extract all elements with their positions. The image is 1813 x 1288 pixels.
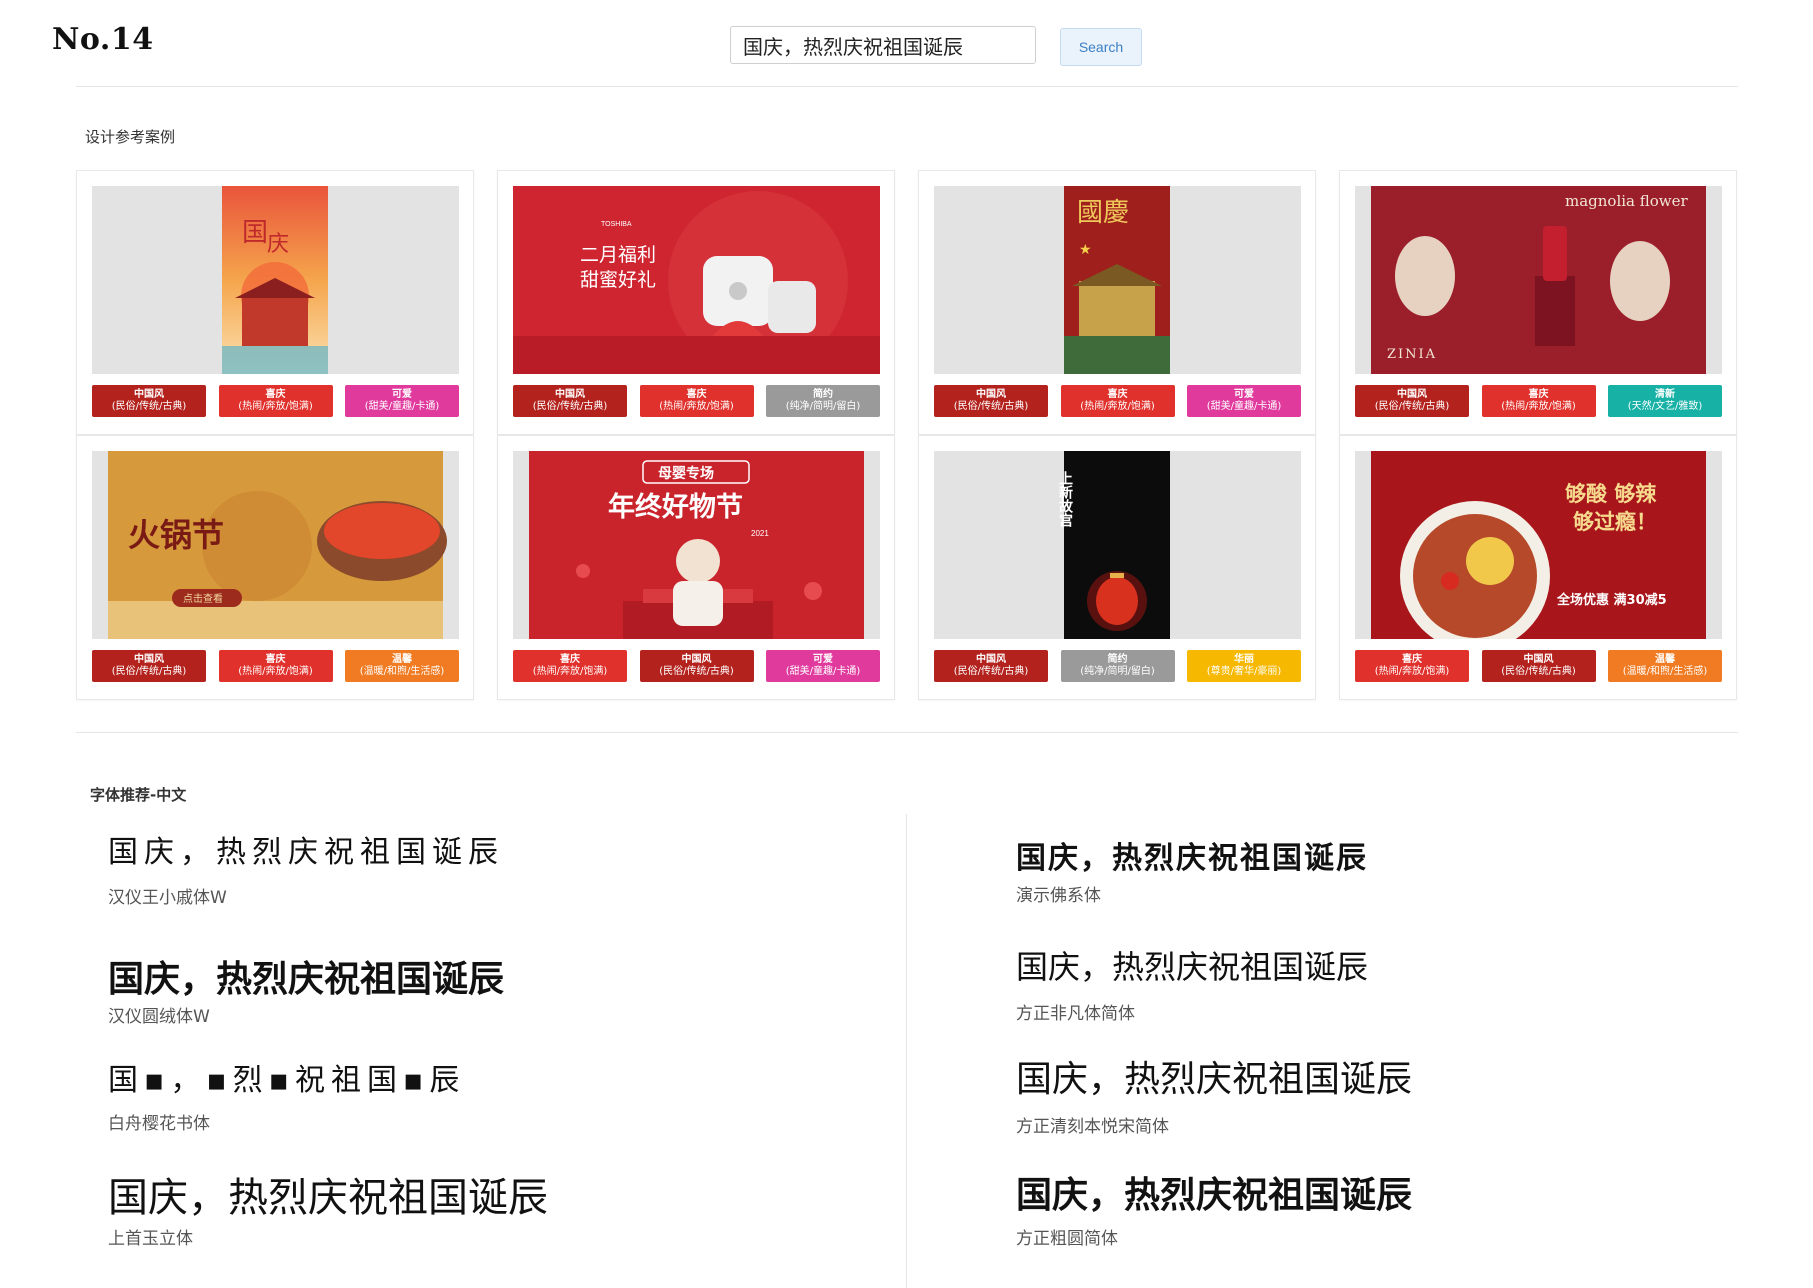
font-sample-text: 国庆，热烈庆祝祖国诞辰 [108,959,505,1000]
font-name-label: 演示佛系体 [1016,886,1101,906]
case-card[interactable]: TOSHIBA 二月福利 甜蜜好礼 中国风 (民俗/传统/古典) 喜庆 (热闹/奔放… [497,170,895,435]
case-thumbnail[interactable]: 母婴专场 年终好物节 2021 [513,451,880,639]
poster-guoqing-art: 国 庆 [222,186,328,374]
font-name-label: 方正清刻本悦宋简体 [1016,1116,1169,1137]
svg-text:母婴专场: 母婴专场 [658,465,714,482]
svg-text:庆: 庆 [267,232,289,257]
style-tag[interactable]: 中国风 (民俗/传统/古典) [1481,650,1596,682]
font-sample-text: 国庆，热烈庆祝祖国诞辰 [1016,949,1369,985]
style-tag[interactable]: 喜庆 (热闹/奔放/饱满) [218,385,333,417]
style-tag[interactable]: 温馨 (温暖/和煦/生活感) [345,650,459,682]
style-tag[interactable]: 简约 (纯净/简明/留白) [1060,650,1175,682]
svg-text:年终好物节: 年终好物节 [608,491,743,523]
svg-text:点击查看: 点击查看 [183,592,223,605]
svg-text:2021: 2021 [751,529,769,538]
hotpot-banner-art: 火锅节 点击查看 [108,451,447,639]
style-tag[interactable]: 中国风 (民俗/传统/古典) [92,650,206,682]
svg-text:国: 国 [242,218,268,248]
style-tag[interactable]: 喜庆 (热闹/奔放/饱满) [1060,385,1175,417]
style-tag[interactable]: 喜庆 (热闹/奔放/饱满) [218,650,333,682]
case-card[interactable]: magnolia flower ZINIA 中国风 (民俗/传统/古典) 喜庆 (热… [1339,170,1737,435]
svg-text:magnolia flower: magnolia flower [1565,192,1689,210]
page-title: No.14 [52,22,154,57]
fonts-section-title: 字体推荐-中文 [90,786,187,804]
font-sample-text: 国▪，▪烈▪祝祖国▪辰 [108,1063,466,1098]
font-sample-text: 国庆，热烈庆祝祖国诞辰 [1016,1059,1413,1100]
style-tag[interactable]: 中国风 (民俗/传统/古典) [513,385,627,417]
search-button[interactable]: Search [1060,28,1142,66]
svg-text:甜蜜好礼: 甜蜜好礼 [580,269,656,291]
case-thumbnail[interactable]: magnolia flower ZINIA [1355,186,1722,374]
font-sample-item[interactable]: 国庆，热烈庆祝祖国诞辰 演示佛系体 [1016,842,1368,906]
case-card[interactable]: 上新故宫 中国风 (民俗/传统/古典) 简约 (纯净/简明/留白) 华丽 (尊贵/奢华… [918,435,1316,700]
svg-text:够过瘾！: 够过瘾！ [1572,510,1657,534]
svg-text:够酸 够辣: 够酸 够辣 [1564,482,1657,506]
svg-text:火锅节: 火锅节 [128,516,224,554]
font-sample-item[interactable]: 国庆，热烈庆祝祖国诞辰 方正清刻本悦宋简体 [1016,1060,1412,1137]
font-sample-item[interactable]: 国庆，热烈庆祝祖国诞辰 上首玉立体 [108,1176,548,1249]
style-tag[interactable]: 喜庆 (热闹/奔放/饱满) [513,650,627,682]
font-sample-item[interactable]: 国庆，热烈庆祝祖国诞辰 汉仪圆绒体W [108,960,504,1027]
case-grid: 国 庆 中国风 (民俗/传统/古典) 喜庆 (热闹/奔放/饱满) 可爱 (甜美/童趣/… [76,170,1738,700]
style-tag[interactable]: 可爱 (甜美/童趣/卡通) [345,385,459,417]
magnolia-lipstick-art: magnolia flower ZINIA [1371,186,1706,374]
section-divider [76,732,1738,733]
style-tag[interactable]: 中国风 (民俗/传统/古典) [639,650,754,682]
svg-text:二月福利: 二月福利 [580,244,656,266]
font-sample-item[interactable]: 国庆，热烈庆祝祖国诞辰 方正粗圆简体 [1016,1176,1412,1249]
svg-text:上新故宫: 上新故宫 [1057,471,1073,527]
style-tag[interactable]: 清新 (天然/文艺/雅致) [1608,385,1722,417]
font-name-label: 汉仪王小戚体W [108,888,227,908]
style-tag[interactable]: 中国风 (民俗/传统/古典) [92,385,206,417]
cases-section-title: 设计参考案例 [85,128,176,146]
year-end-sale-art: 母婴专场 年终好物节 2021 [529,451,864,639]
lantern-poster-art: 上新故宫 [1057,451,1170,639]
svg-text:TOSHIBA: TOSHIBA [601,221,632,228]
svg-text:全场优惠 满30减5: 全场优惠 满30减5 [1556,592,1667,608]
style-tag[interactable]: 喜庆 (热闹/奔放/饱满) [1481,385,1596,417]
noodles-banner-art: 够酸 够辣 够过瘾！ 全场优惠 满30减5 [1371,451,1706,639]
font-sample-text: 国庆，热烈庆祝祖国诞辰 [1016,841,1368,876]
font-sample-text: 国庆，热烈庆祝祖国诞辰 [108,1176,548,1220]
font-sample-item[interactable]: 国庆，热烈庆祝祖国诞辰 汉仪王小戚体W [108,836,504,908]
style-tag[interactable]: 喜庆 (热闹/奔放/饱满) [1355,650,1469,682]
case-thumbnail[interactable]: 國慶 ★ [934,186,1301,374]
case-thumbnail[interactable]: 火锅节 点击查看 [92,451,459,639]
case-thumbnail[interactable]: TOSHIBA 二月福利 甜蜜好礼 [513,186,880,374]
search-input[interactable] [730,26,1036,64]
svg-text:ZINIA: ZINIA [1387,347,1437,362]
case-card[interactable]: 國慶 ★ 中国风 (民俗/传统/古典) 喜庆 (热闹/奔放/饱满) 可爱 (甜美/童趣… [918,170,1316,435]
case-thumbnail[interactable]: 够酸 够辣 够过瘾！ 全场优惠 满30减5 [1355,451,1722,639]
font-sample-text: 国庆，热烈庆祝祖国诞辰 [108,835,504,870]
style-tag[interactable]: 中国风 (民俗/传统/古典) [934,385,1048,417]
svg-text:國慶: 國慶 [1077,198,1129,228]
style-tag[interactable]: 简约 (纯净/简明/留白) [766,385,880,417]
style-tag[interactable]: 可爱 (甜美/童趣/卡通) [1187,385,1301,417]
header-divider [76,86,1738,87]
case-thumbnail[interactable]: 国 庆 [92,186,459,374]
style-tag[interactable]: 华丽 (尊贵/奢华/豪丽) [1187,650,1301,682]
font-name-label: 方正粗圆简体 [1016,1228,1118,1249]
font-name-label: 汉仪圆绒体W [108,1006,210,1027]
rice-cooker-banner-art: TOSHIBA 二月福利 甜蜜好礼 [513,186,880,374]
case-card[interactable]: 火锅节 点击查看 中国风 (民俗/传统/古典) 喜庆 (热闹/奔放/饱满) 温馨 (温… [76,435,474,700]
font-sample-text: 国庆，热烈庆祝祖国诞辰 [1016,1175,1413,1216]
style-tag[interactable]: 中国风 (民俗/传统/古典) [1355,385,1469,417]
style-tag[interactable]: 温馨 (温暖/和煦/生活感) [1608,650,1722,682]
font-column-divider [906,814,907,1288]
font-sample-item[interactable]: 国▪，▪烈▪祝祖国▪辰 白舟樱花书体 [108,1064,465,1134]
case-card[interactable]: 母婴专场 年终好物节 2021 喜庆 (热闹/奔放/饱满) 中国风 (民俗/传统/古… [497,435,895,700]
poster-tiananmen-art: 國慶 ★ [1064,186,1170,374]
style-tag[interactable]: 可爱 (甜美/童趣/卡通) [766,650,880,682]
style-tag[interactable]: 喜庆 (热闹/奔放/饱满) [639,385,754,417]
font-name-label: 白舟樱花书体 [108,1114,210,1134]
case-card[interactable]: 国 庆 中国风 (民俗/传统/古典) 喜庆 (热闹/奔放/饱满) 可爱 (甜美/童趣/… [76,170,474,435]
case-thumbnail[interactable]: 上新故宫 [934,451,1301,639]
font-sample-item[interactable]: 国庆，热烈庆祝祖国诞辰 方正非凡体简体 [1016,949,1369,1025]
font-name-label: 上首玉立体 [108,1229,193,1249]
style-tag[interactable]: 中国风 (民俗/传统/古典) [934,650,1048,682]
case-card[interactable]: 够酸 够辣 够过瘾！ 全场优惠 满30减5 喜庆 (热闹/奔放/饱满) 中国风 (民… [1339,435,1737,700]
svg-text:★: ★ [1079,242,1092,258]
font-name-label: 方正非凡体简体 [1016,1004,1135,1025]
